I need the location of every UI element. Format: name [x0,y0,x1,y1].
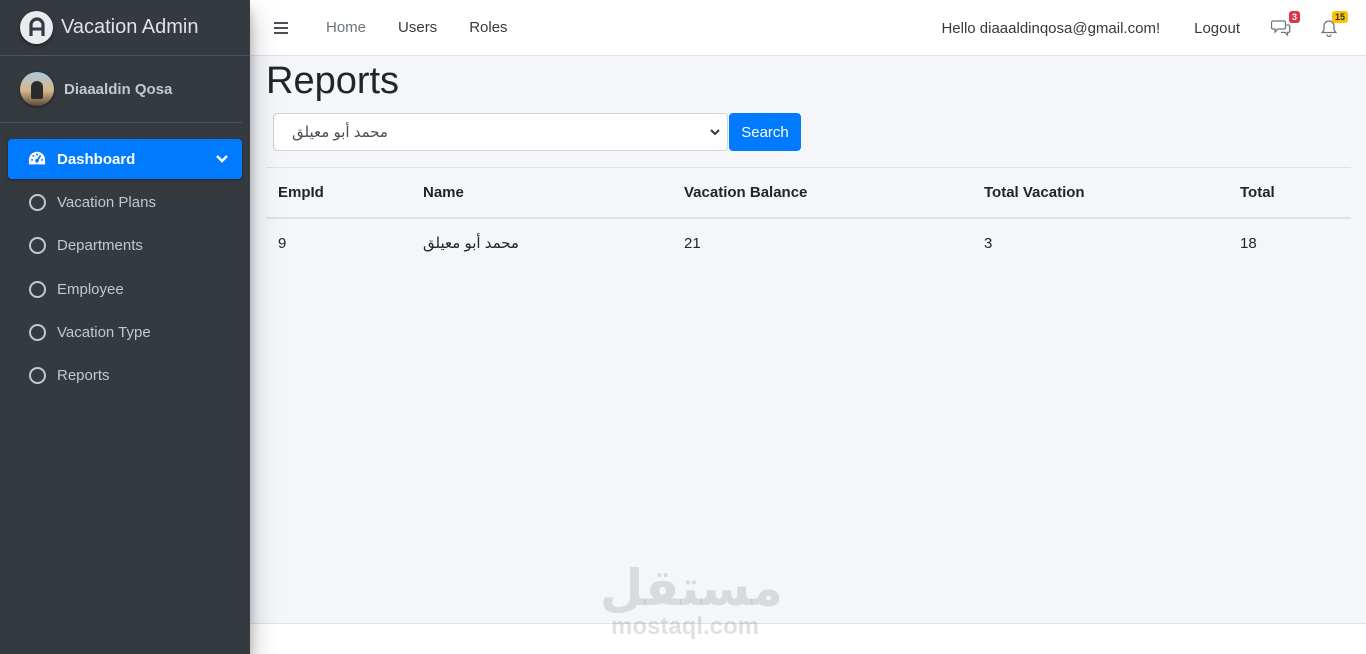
page-title: Reports [266,60,400,102]
column-header-total[interactable]: Total [1228,167,1351,219]
dashboard-icon [28,150,46,168]
table-row: 9 محمد أبو معيلق 21 3 18 [266,218,1351,268]
column-header-empid[interactable]: EmpId [266,167,411,219]
report-table: EmpId Name Vacation Balance Total Vacati… [266,167,1351,268]
brand-link[interactable]: Vacation Admin [0,0,250,56]
sidebar-item-label: Departments [57,237,143,255]
circle-icon [28,237,46,255]
watermark-arabic: مستقل [600,560,783,616]
chevron-down-icon [216,151,228,168]
sidebar-item-vacation-type[interactable]: Vacation Type [8,313,242,353]
watermark-logo: مستقل mostaql.com [600,560,783,640]
main-content: Reports محمد أبو معيلق Search EmpId Name… [266,56,1351,268]
sidebar-item-departments[interactable]: Departments [8,226,242,266]
sidebar-nav: Dashboard Vacation Plans Departments Emp… [0,123,250,396]
user-name: Diaaaldin Qosa [64,80,173,98]
brand-logo-icon [20,11,53,44]
top-navbar: Home Users Roles Hello diaaaldinqosa@gma… [250,0,1366,56]
column-header-name[interactable]: Name [411,167,672,219]
circle-icon [28,324,46,342]
sidebar-item-vacation-plans[interactable]: Vacation Plans [8,182,242,222]
sidebar-item-label: Vacation Plans [57,193,156,211]
sidebar-item-dashboard[interactable]: Dashboard [8,139,242,179]
circle-icon [28,367,46,385]
comments-icon [1271,20,1291,37]
sidebar-item-label: Dashboard [57,150,136,168]
avatar [20,72,54,106]
chevron-down-icon [710,129,720,136]
nav-link-roles[interactable]: Roles [469,19,507,36]
user-panel[interactable]: Diaaaldin Qosa [0,56,242,123]
watermark-latin: mostaql.com [610,613,760,640]
messages-badge: 3 [1288,11,1300,23]
sidebar-item-label: Vacation Type [57,324,151,342]
cell-name: محمد أبو معيلق [423,235,519,252]
notifications-button[interactable]: 15 [1318,11,1348,39]
footer [250,623,1366,654]
menu-toggle-icon[interactable] [274,21,288,34]
logout-link[interactable]: Logout [1194,20,1240,37]
sidebar-item-label: Reports [57,367,110,385]
column-header-total-vacation[interactable]: Total Vacation [972,167,1228,219]
cell-vacation-balance: 21 [684,234,701,252]
nav-link-users[interactable]: Users [398,19,437,36]
cell-empid: 9 [278,234,287,252]
table-header-row: EmpId Name Vacation Balance Total Vacati… [266,167,1351,219]
sidebar: Vacation Admin Diaaaldin Qosa Dashboard [0,0,250,654]
report-filter: محمد أبو معيلق Search [273,113,1351,151]
search-button[interactable]: Search [729,113,801,151]
circle-icon [28,193,46,211]
sidebar-item-employee[interactable]: Employee [8,269,242,309]
cell-total-vacation: 3 [984,234,993,252]
sidebar-item-reports[interactable]: Reports [8,356,242,396]
cell-total: 18 [1240,234,1257,252]
column-header-vacation-balance[interactable]: Vacation Balance [672,167,972,219]
circle-icon [28,280,46,298]
nav-link-home[interactable]: Home [326,19,366,36]
employee-select-value: محمد أبو معيلق [292,124,388,141]
messages-button[interactable]: 3 [1270,11,1300,39]
brand-title: Vacation Admin [61,16,199,38]
sidebar-item-label: Employee [57,280,124,298]
greeting-text: Hello diaaaldinqosa@gmail.com! [941,19,1161,37]
employee-select[interactable]: محمد أبو معيلق [273,113,728,151]
notifications-badge: 15 [1331,11,1348,23]
